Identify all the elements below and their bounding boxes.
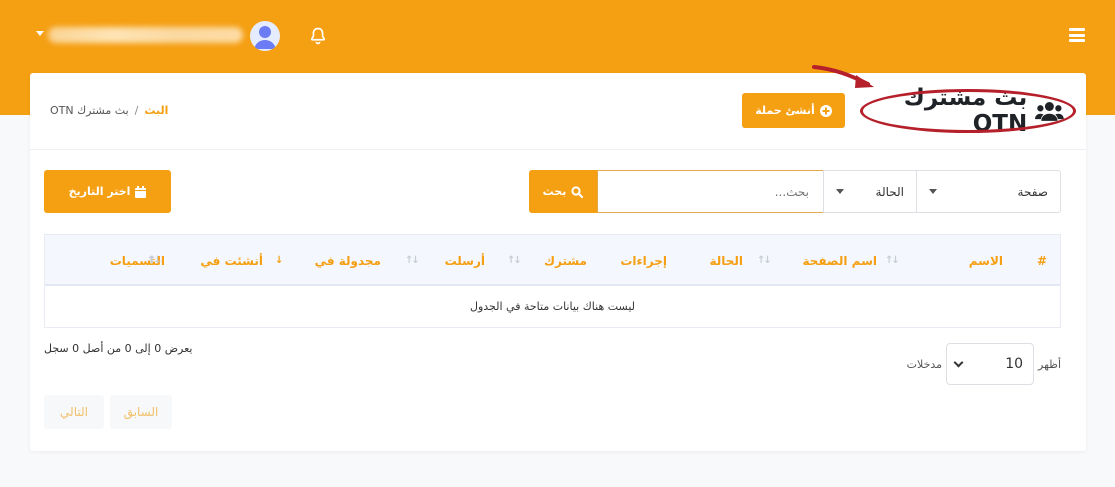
breadcrumb: البث / بث مشترك OTN	[50, 104, 168, 117]
filter-bar: بحث الحالة صفحة	[529, 170, 1061, 213]
page-select-value: صفحة	[1017, 184, 1048, 199]
column-header-created-at[interactable]: أنشئت في ↑↓	[148, 235, 263, 286]
breadcrumb-separator: /	[134, 104, 139, 117]
sort-icon: ↓	[275, 255, 284, 266]
next-page-button[interactable]: التالي	[44, 395, 104, 429]
highlight-ring	[860, 89, 1076, 133]
search-button[interactable]: بحث	[529, 170, 597, 213]
search-input[interactable]	[597, 170, 823, 213]
column-header-index[interactable]: #	[1025, 235, 1047, 286]
column-header-sent[interactable]: أرسلت ↑↓	[405, 235, 485, 286]
caret-down-icon	[836, 189, 844, 194]
status-select-value: الحالة	[875, 184, 904, 199]
sort-icon: ↑↓	[885, 255, 900, 266]
sort-icon: ↑↓	[757, 255, 772, 266]
card-header: بث مشترك OTN أنشئ حملة البث / بث مشترك O…	[30, 65, 1086, 150]
calendar-icon	[135, 185, 147, 198]
page-length-value: 10	[1005, 356, 1024, 372]
length-suffix: مدخلات	[906, 357, 943, 371]
caret-down-icon	[929, 189, 937, 194]
campaigns-table: # الاسم ↑↓ اسم الصفحة ↑↓ الحالة إجراءات …	[44, 234, 1061, 328]
sort-icon: ↑↓	[507, 255, 522, 266]
page-select[interactable]: صفحة	[916, 170, 1061, 213]
breadcrumb-current: بث مشترك OTN	[50, 104, 129, 117]
plus-circle-icon	[819, 104, 832, 117]
column-header-subscriber[interactable]: مشترك ↑↓	[507, 235, 587, 286]
status-select[interactable]: الحالة	[823, 170, 917, 213]
column-header-name[interactable]: الاسم ↑↓	[885, 235, 1003, 286]
user-avatar-icon[interactable]	[250, 21, 280, 51]
column-header-actions[interactable]: إجراءات	[605, 235, 667, 286]
main-card: بث مشترك OTN أنشئ حملة البث / بث مشترك O…	[30, 65, 1086, 451]
chevron-down-icon[interactable]	[36, 31, 44, 36]
column-header-page-name[interactable]: اسم الصفحة ↑↓	[757, 235, 877, 286]
page-length-control: أظهر 10 مدخلات	[896, 343, 1061, 385]
table-info: يعرض 0 إلى 0 من أصل 0 سجل	[44, 342, 193, 355]
pick-date-button[interactable]: اختر التاريخ	[44, 170, 171, 213]
bell-icon[interactable]	[308, 26, 328, 46]
previous-page-button[interactable]: السابق	[110, 395, 172, 429]
empty-message: ليست هناك بيانات متاحة في الجدول	[469, 300, 636, 313]
chevron-down-icon	[953, 357, 964, 367]
search-button-label: بحث	[542, 185, 567, 198]
length-prefix: أظهر	[1038, 357, 1061, 371]
breadcrumb-home[interactable]: البث	[144, 104, 168, 117]
create-campaign-label: أنشئ حملة	[755, 104, 815, 117]
page-title: بث مشترك OTN	[860, 85, 1076, 137]
column-header-status[interactable]: الحالة	[683, 235, 743, 286]
table-header: # الاسم ↑↓ اسم الصفحة ↑↓ الحالة إجراءات …	[45, 235, 1060, 286]
search-icon	[571, 185, 584, 198]
sort-icon: ↑↓	[405, 255, 420, 266]
page-length-select[interactable]: 10	[946, 343, 1035, 385]
create-campaign-button[interactable]: أنشئ حملة	[742, 93, 845, 128]
column-header-scheduled-at[interactable]: مجدولة في ↓	[275, 235, 381, 286]
pick-date-label: اختر التاريخ	[68, 185, 131, 198]
user-name-blurred[interactable]	[48, 27, 243, 43]
hamburger-icon[interactable]	[1069, 28, 1085, 42]
column-header-labels[interactable]: التسميات ↑↓	[85, 235, 165, 286]
sort-icon: ↑↓	[147, 255, 162, 266]
table-empty-row: ليست هناك بيانات متاحة في الجدول	[45, 286, 1060, 327]
